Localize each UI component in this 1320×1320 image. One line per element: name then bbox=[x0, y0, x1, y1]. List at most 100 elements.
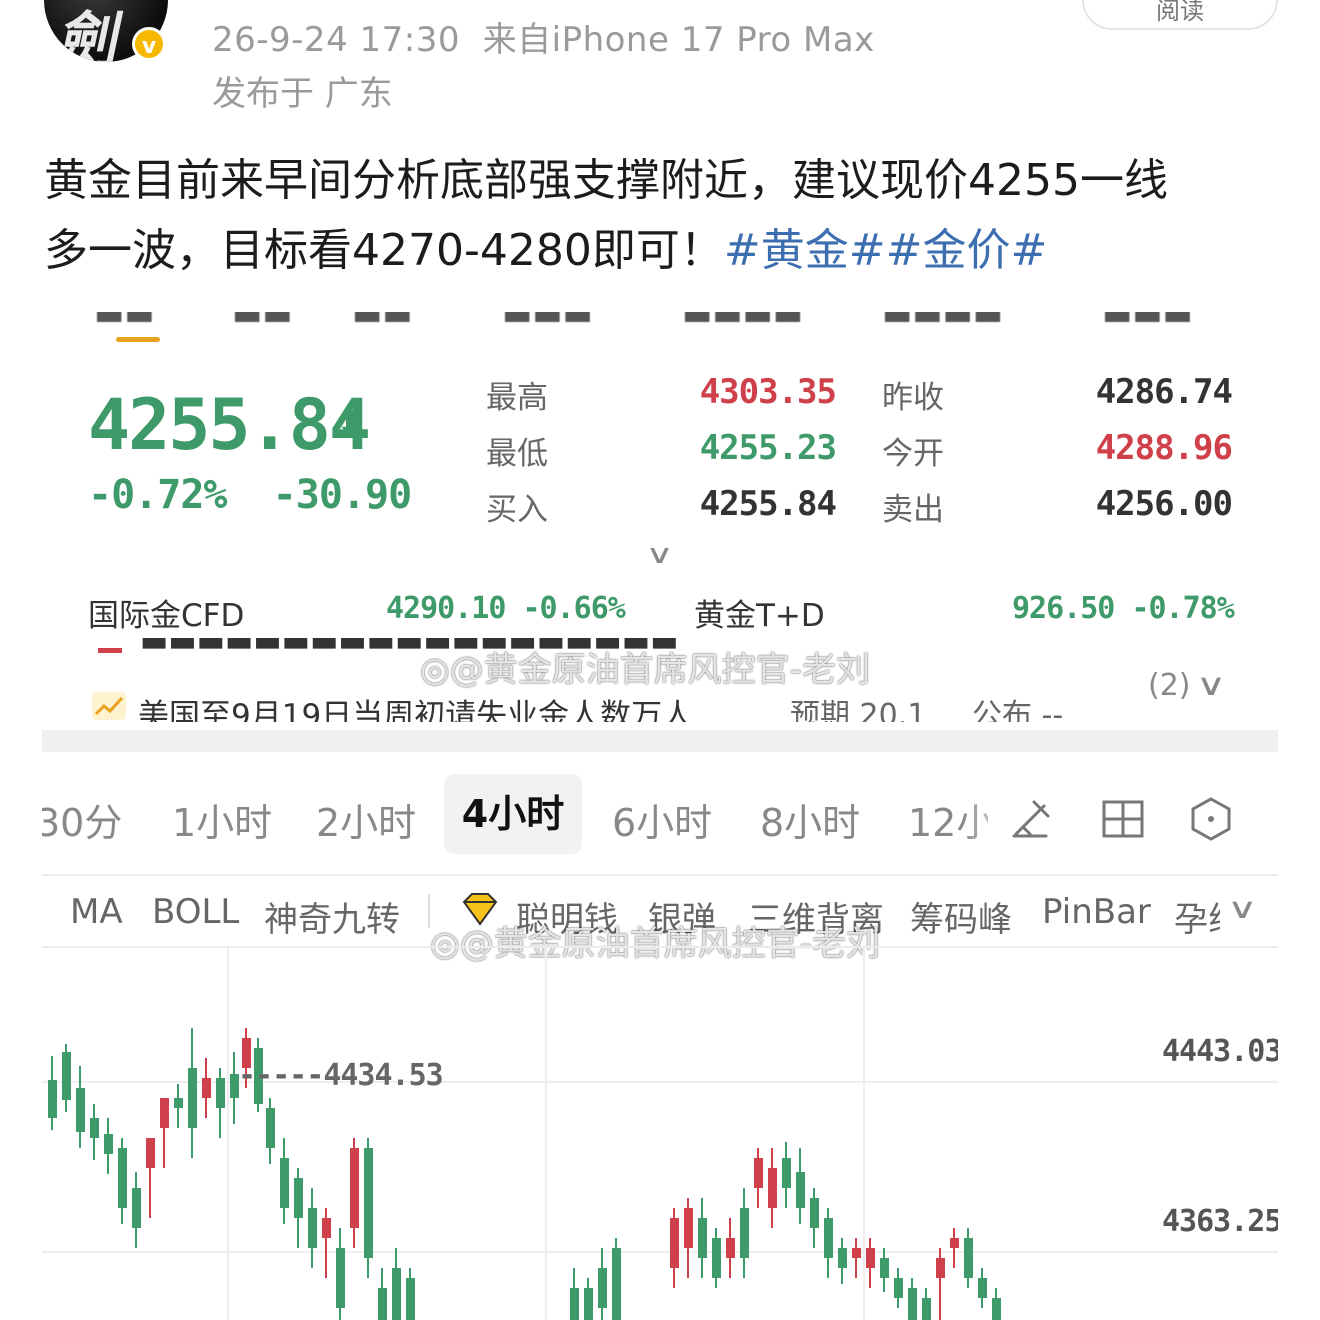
post-datetime: 26-9-24 17:30 bbox=[212, 20, 460, 60]
news-count[interactable]: (2) ∨ bbox=[1148, 668, 1226, 703]
candle-up bbox=[866, 1248, 875, 1268]
high-marker-value: 4434.53 bbox=[323, 1058, 443, 1093]
candle-up bbox=[160, 1098, 169, 1128]
tf-8h[interactable]: 8小时 bbox=[760, 792, 860, 847]
candle-up bbox=[322, 1218, 331, 1238]
candle-up bbox=[684, 1208, 693, 1248]
candle-up bbox=[350, 1148, 359, 1228]
candle-down bbox=[880, 1258, 889, 1278]
candle-down bbox=[698, 1218, 707, 1258]
draw-tool-icon[interactable] bbox=[1006, 794, 1056, 844]
candle-down bbox=[308, 1208, 317, 1248]
watermark: ◎@黄金原油首席风控官-老刘 bbox=[420, 642, 870, 691]
candle-down bbox=[992, 1298, 1001, 1320]
news-forecast: 预期 20.1 bbox=[790, 698, 927, 722]
read-button[interactable]: 阅读 bbox=[1082, 0, 1278, 30]
weibo-logo-icon: ◎ bbox=[420, 650, 450, 690]
tf-4h-active[interactable]: 4小时 bbox=[444, 774, 582, 854]
news-headline[interactable]: 美国至9月19日当周初请失业金人数万人 bbox=[138, 690, 693, 722]
candle-down bbox=[612, 1248, 621, 1320]
indicator-expand-icon[interactable]: ∨ bbox=[1227, 892, 1258, 925]
candle-up bbox=[852, 1248, 861, 1258]
td-label: 黄金T+D bbox=[694, 598, 825, 634]
post-hashtags[interactable]: #黄金##金价# bbox=[724, 225, 1047, 276]
quote-label-right: 昨收 bbox=[882, 380, 944, 416]
trend-chart-icon bbox=[92, 692, 126, 720]
quote-label-right: 卖出 bbox=[882, 492, 944, 528]
timeframe-separator bbox=[42, 874, 1278, 876]
candle-down bbox=[132, 1188, 141, 1228]
candle-down bbox=[922, 1298, 931, 1320]
news-count-text: (2) bbox=[1148, 668, 1191, 703]
post-location: 发布于 广东 bbox=[212, 74, 393, 114]
candle-down bbox=[838, 1248, 847, 1268]
ind-inside-bar[interactable]: 孕线 bbox=[1174, 892, 1220, 941]
candle-down bbox=[908, 1288, 917, 1320]
news-chevron-icon: ∨ bbox=[1195, 668, 1227, 703]
cfd-label: 国际金CFD bbox=[88, 598, 245, 634]
candle-up bbox=[754, 1158, 763, 1188]
post-text: 黄金目前来早间分析底部强支撑附近，建议现价4255一线 多一波，目标看4270-… bbox=[44, 146, 1284, 286]
ind-chip-peak[interactable]: 筹码峰 bbox=[910, 892, 1012, 941]
candle-down bbox=[740, 1208, 749, 1258]
news-published: 公布 -- bbox=[972, 698, 1064, 722]
quote-label-left: 最低 bbox=[486, 436, 548, 472]
candle-down bbox=[810, 1198, 819, 1228]
watermark-text: @黄金原油首席风控官-老刘 bbox=[449, 650, 870, 690]
quote-value-left: 4255.23 bbox=[699, 428, 837, 468]
tf-1h[interactable]: 1小时 bbox=[172, 792, 272, 847]
candle-down bbox=[894, 1278, 903, 1298]
candle-down bbox=[796, 1172, 805, 1208]
cut-off-tab-row: ■■■■■■ ■■■■■■■■■■■■■■ bbox=[42, 312, 1278, 326]
tf-6h[interactable]: 6小时 bbox=[612, 792, 712, 847]
candle-down bbox=[978, 1278, 987, 1298]
candle-down bbox=[584, 1288, 593, 1320]
quote-value-right: 4256.00 bbox=[1095, 484, 1233, 524]
quote-label-left: 最高 bbox=[486, 380, 548, 416]
candle-down bbox=[118, 1148, 127, 1208]
quote-value-left: 4255.84 bbox=[699, 484, 837, 524]
verified-badge-icon: v bbox=[132, 27, 166, 61]
avatar-glyph: 劍 bbox=[53, 6, 129, 62]
ind-ma[interactable]: MA bbox=[70, 892, 123, 932]
candle-down bbox=[364, 1148, 373, 1258]
candle-down bbox=[336, 1248, 345, 1308]
candle-up bbox=[726, 1238, 735, 1258]
tf-30m[interactable]: 30分 bbox=[42, 792, 122, 847]
layout-grid-icon[interactable] bbox=[1098, 794, 1148, 844]
candle-down bbox=[824, 1218, 833, 1258]
quote-screenshot[interactable]: ■■■■■■ ■■■■■■■■■■■■■■ 4255.84 ⬇ -0.72% -… bbox=[42, 312, 1278, 1320]
candle-down bbox=[294, 1178, 303, 1218]
chart-canvas bbox=[42, 948, 1278, 1320]
price-axis-label-mid: 4363.25 bbox=[1162, 1204, 1278, 1239]
candle-down bbox=[378, 1288, 387, 1320]
high-marker-label: -----4434.53 bbox=[238, 1058, 444, 1093]
candle-down bbox=[76, 1088, 85, 1132]
active-tab-indicator bbox=[116, 337, 160, 342]
news-marker bbox=[98, 648, 122, 653]
settings-hexagon-icon[interactable] bbox=[1186, 794, 1236, 844]
quote-value-left: 4303.35 bbox=[699, 372, 837, 412]
ind-pinbar[interactable]: PinBar bbox=[1042, 892, 1151, 932]
quote-value-right: 4288.96 bbox=[1095, 428, 1233, 468]
candle-down bbox=[570, 1288, 579, 1320]
down-arrow-icon: ⬇ bbox=[336, 404, 365, 444]
candle-down bbox=[782, 1158, 791, 1188]
quote-value-right: 4286.74 bbox=[1095, 372, 1233, 412]
candle-down bbox=[216, 1078, 225, 1108]
section-divider bbox=[42, 730, 1278, 752]
tf-2h[interactable]: 2小时 bbox=[316, 792, 416, 847]
quote-label-right: 今开 bbox=[882, 436, 944, 472]
post-text-line2: 多一波，目标看4270-4280即可！ bbox=[44, 225, 724, 276]
ind-magic-nine[interactable]: 神奇九转 bbox=[264, 892, 400, 941]
candle-up bbox=[950, 1238, 959, 1248]
change-percent: -0.72% bbox=[88, 472, 227, 518]
ind-boll[interactable]: BOLL bbox=[152, 892, 239, 932]
expand-chevron-icon[interactable]: ∨ bbox=[645, 540, 674, 570]
candle-down bbox=[90, 1118, 99, 1138]
candle-down bbox=[712, 1238, 721, 1278]
candle-down bbox=[266, 1108, 275, 1148]
candle-down bbox=[598, 1268, 607, 1308]
candlestick-chart[interactable]: 4443.03 4363.25 -----4434.53 bbox=[42, 946, 1278, 1320]
timeframe-bar: 30分 1小时 2小时 4小时 6小时 8小时 12小时 bbox=[42, 752, 1278, 872]
